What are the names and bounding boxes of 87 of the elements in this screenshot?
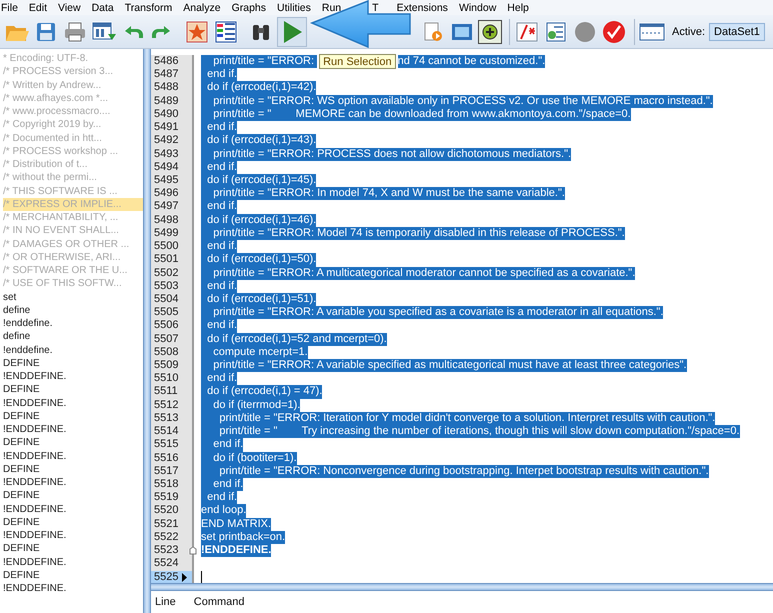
line-number: 5490 [154,108,178,122]
line-number: 5488 [154,81,178,95]
line-number: 5487 [154,68,178,82]
navigator-item[interactable]: DEFINE [3,462,143,476]
column-header: Command [194,596,245,608]
line-number: 5513 [154,412,178,426]
menu-item[interactable]: Data [92,2,114,14]
line-number: 5515 [154,438,178,452]
menu-item[interactable]: T [372,2,379,14]
navigator-item[interactable]: DEFINE [3,542,143,556]
line-number: 5523 [154,544,178,558]
navigator-item[interactable]: !ENDDEFINE. [3,370,143,384]
line-number: 5498 [154,214,178,227]
navigator-item[interactable]: !ENDDEFINE. [3,423,143,436]
line-number: 5519 [154,491,178,504]
line-number: 5520 [154,504,178,518]
navigator-item[interactable]: DEFINE [3,356,143,370]
navigator-item[interactable]: DEFINE [3,489,143,502]
navigator-item[interactable]: !enddefine. [3,317,143,330]
navigator-item[interactable]: DEFINE [3,436,143,450]
line-number: 5501 [154,253,178,267]
line-number: 5518 [154,478,178,492]
line-number: 5507 [154,332,178,346]
line-number: 5505 [154,306,178,320]
navigator-item[interactable]: !ENDDEFINE. [3,396,143,410]
line-number: 5521 [154,518,178,531]
line-number: 5492 [154,134,178,148]
dataset-dropdown[interactable]: DataSet1 [709,22,765,40]
line-number: 5522 [154,530,178,544]
line-number: 5486 [154,55,178,68]
menu-item[interactable]: Transform [124,2,172,14]
tooltip: Run Selection [319,54,396,70]
line-number: 5517 [154,464,178,478]
line-number: 5489 [154,94,178,108]
menu-item[interactable]: Edit [28,2,48,14]
menu-item[interactable]: Run [322,2,342,14]
line-number: 5496 [154,187,178,200]
navigator-item[interactable]: !ENDDEFINE. [3,502,143,516]
navigator-item[interactable]: set [3,290,143,304]
menu-item[interactable]: Utilities [277,2,311,14]
navigator-item[interactable]: DEFINE [3,383,143,396]
menu-item[interactable]: Graphs [232,2,266,14]
navigator-item[interactable]: define [3,304,143,317]
current-line-icon [182,572,188,582]
active-label: Active: [672,26,706,38]
line-number: 5511 [154,385,178,399]
line-number: 5509 [154,359,178,372]
line-number: 5506 [154,319,178,333]
navigator-item[interactable]: !ENDDEFINE. [3,556,143,569]
line-number: 5495 [154,174,178,188]
menu-item[interactable]: Extensions [396,2,448,14]
line-number: 5504 [154,292,178,306]
navigator-item[interactable]: !ENDDEFINE. [3,529,143,542]
line-number: 5503 [154,280,178,293]
line-number: 5494 [154,160,178,174]
splitter[interactable] [143,49,151,613]
menu-item[interactable]: View [58,2,81,14]
text-cursor [201,571,202,583]
navigator-item[interactable]: !ENDDEFINE. [3,476,143,490]
line-number: 5497 [154,200,178,214]
menu-item[interactable]: Help [507,2,529,14]
navigator-item[interactable]: !enddefine. [3,344,143,357]
line-number: 5499 [154,226,178,240]
line-number: 5516 [154,452,178,465]
splitter[interactable] [151,583,773,591]
line-number: 5525 [154,570,178,583]
line-number: 5508 [154,346,178,360]
line-number: 5514 [154,425,178,438]
line-number: 5524 [154,557,178,571]
fold-marker-icon [189,546,197,556]
line-number: 5510 [154,372,178,386]
menu-item[interactable]: Window [458,2,496,14]
line-number: 5502 [154,266,178,280]
navigator-item[interactable]: DEFINE [3,516,143,529]
menu-item[interactable]: File [1,2,18,14]
navigator-item[interactable]: !ENDDEFINE. [3,582,143,596]
navigator-item[interactable]: !ENDDEFINE. [3,450,143,463]
navigator-item[interactable]: DEFINE [3,410,143,423]
navigator-item[interactable]: define [3,330,143,344]
line-number: 5512 [154,398,178,412]
menu-item[interactable]: Analyze [183,2,221,14]
line-number: 5493 [154,148,178,161]
navigator-item[interactable]: DEFINE [3,568,143,582]
add-icon[interactable] [478,20,502,44]
line-number: 5491 [154,121,178,134]
column-header: Line [155,596,176,608]
line-number: 5500 [154,240,178,254]
